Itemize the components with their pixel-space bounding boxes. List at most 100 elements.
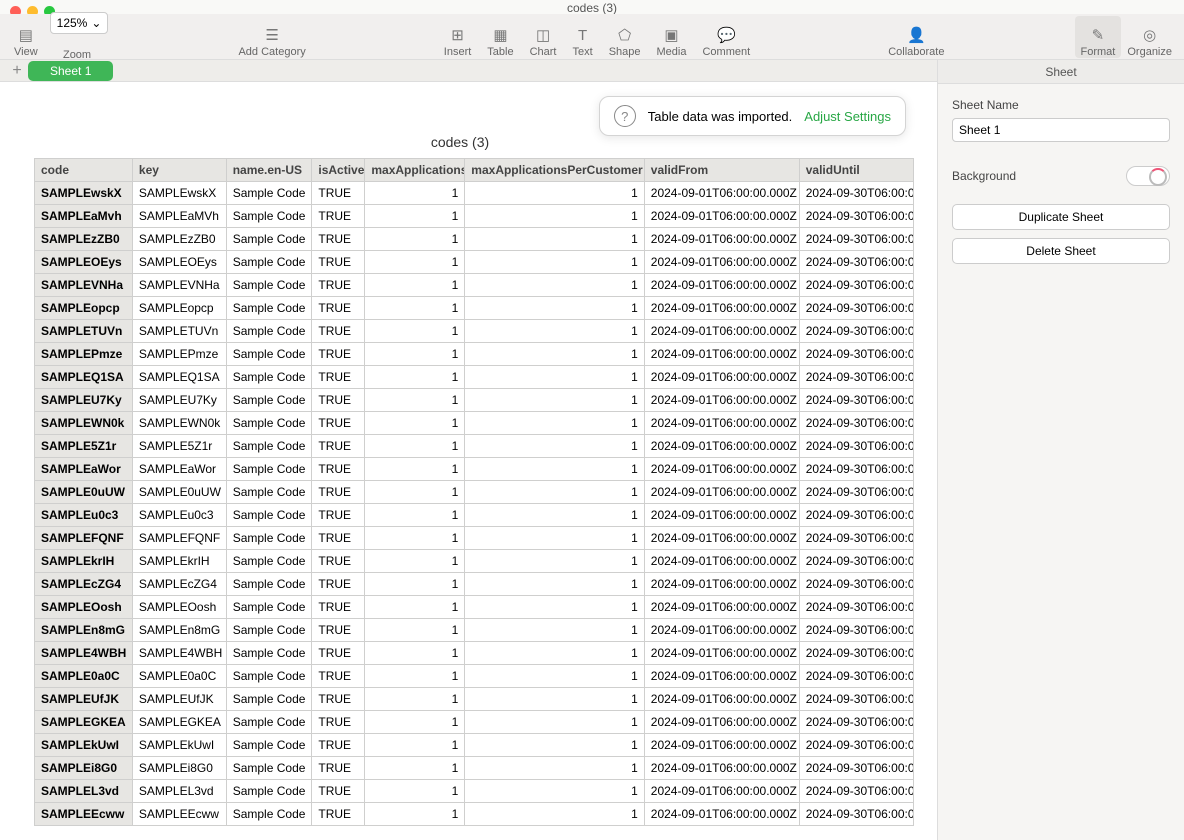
cell-maxapp[interactable]: 1 — [365, 251, 465, 274]
cell-key[interactable]: SAMPLEkUwI — [132, 734, 226, 757]
cell-validfrom[interactable]: 2024-09-01T06:00:00.000Z — [644, 734, 799, 757]
table-row[interactable]: SAMPLEopcpSAMPLEopcpSample CodeTRUE11202… — [35, 297, 914, 320]
cell-key[interactable]: SAMPLEL3vd — [132, 780, 226, 803]
col-header-name[interactable]: name.en-US — [226, 159, 312, 182]
cell-key[interactable]: SAMPLEUfJK — [132, 688, 226, 711]
table-row[interactable]: SAMPLEWN0kSAMPLEWN0kSample CodeTRUE11202… — [35, 412, 914, 435]
cell-key[interactable]: SAMPLE0uUW — [132, 481, 226, 504]
add-category-button[interactable]: ☰ Add Category — [230, 16, 313, 58]
cell-key[interactable]: SAMPLEaWor — [132, 458, 226, 481]
cell-maxappcust[interactable]: 1 — [465, 550, 644, 573]
background-toggle[interactable] — [1126, 166, 1170, 186]
table-row[interactable]: SAMPLEU7KySAMPLEU7KySample CodeTRUE11202… — [35, 389, 914, 412]
cell-code[interactable]: SAMPLEU7Ky — [35, 389, 133, 412]
data-table[interactable]: code key name.en-US isActive maxApplicat… — [34, 158, 914, 826]
cell-maxappcust[interactable]: 1 — [465, 205, 644, 228]
cell-key[interactable]: SAMPLEu0c3 — [132, 504, 226, 527]
cell-code[interactable]: SAMPLEaMvh — [35, 205, 133, 228]
cell-key[interactable]: SAMPLE0a0C — [132, 665, 226, 688]
cell-validfrom[interactable]: 2024-09-01T06:00:00.000Z — [644, 757, 799, 780]
cell-name[interactable]: Sample Code — [226, 435, 312, 458]
table-row[interactable]: SAMPLEQ1SASAMPLEQ1SASample CodeTRUE11202… — [35, 366, 914, 389]
cell-isactive[interactable]: TRUE — [312, 228, 365, 251]
cell-validfrom[interactable]: 2024-09-01T06:00:00.000Z — [644, 274, 799, 297]
cell-maxapp[interactable]: 1 — [365, 780, 465, 803]
cell-name[interactable]: Sample Code — [226, 504, 312, 527]
cell-validuntil[interactable]: 2024-09-30T06:00:00 — [799, 734, 913, 757]
cell-maxapp[interactable]: 1 — [365, 228, 465, 251]
cell-maxappcust[interactable]: 1 — [465, 803, 644, 826]
cell-validfrom[interactable]: 2024-09-01T06:00:00.000Z — [644, 619, 799, 642]
cell-validfrom[interactable]: 2024-09-01T06:00:00.000Z — [644, 504, 799, 527]
cell-maxapp[interactable]: 1 — [365, 412, 465, 435]
cell-validuntil[interactable]: 2024-09-30T06:00:00 — [799, 550, 913, 573]
cell-validfrom[interactable]: 2024-09-01T06:00:00.000Z — [644, 481, 799, 504]
cell-isactive[interactable]: TRUE — [312, 527, 365, 550]
cell-key[interactable]: SAMPLEOEys — [132, 251, 226, 274]
cell-code[interactable]: SAMPLEwskX — [35, 182, 133, 205]
cell-name[interactable]: Sample Code — [226, 274, 312, 297]
cell-validuntil[interactable]: 2024-09-30T06:00:00 — [799, 481, 913, 504]
table-row[interactable]: SAMPLEi8G0SAMPLEi8G0Sample CodeTRUE11202… — [35, 757, 914, 780]
cell-validfrom[interactable]: 2024-09-01T06:00:00.000Z — [644, 320, 799, 343]
cell-code[interactable]: SAMPLEi8G0 — [35, 757, 133, 780]
table-row[interactable]: SAMPLEEcwwSAMPLEEcwwSample CodeTRUE11202… — [35, 803, 914, 826]
duplicate-sheet-button[interactable]: Duplicate Sheet — [952, 204, 1170, 230]
cell-name[interactable]: Sample Code — [226, 573, 312, 596]
cell-maxapp[interactable]: 1 — [365, 389, 465, 412]
cell-key[interactable]: SAMPLEaMVh — [132, 205, 226, 228]
cell-validuntil[interactable]: 2024-09-30T06:00:00.000Z — [799, 182, 913, 205]
cell-validfrom[interactable]: 2024-09-01T06:00:00.000Z — [644, 343, 799, 366]
shape-button[interactable]: ⬠Shape — [601, 16, 649, 58]
cell-validfrom[interactable]: 2024-09-01T06:00:00.000Z — [644, 803, 799, 826]
table-row[interactable]: SAMPLE5Z1rSAMPLE5Z1rSample CodeTRUE11202… — [35, 435, 914, 458]
cell-validfrom[interactable]: 2024-09-01T06:00:00.000Z — [644, 389, 799, 412]
cell-maxapp[interactable]: 1 — [365, 734, 465, 757]
table-row[interactable]: SAMPLEwskXSAMPLEwskXSample CodeTRUE11202… — [35, 182, 914, 205]
cell-isactive[interactable]: TRUE — [312, 757, 365, 780]
cell-maxapp[interactable]: 1 — [365, 550, 465, 573]
comment-button[interactable]: 💬Comment — [694, 16, 758, 58]
cell-validfrom[interactable]: 2024-09-01T06:00:00.000Z — [644, 688, 799, 711]
cell-code[interactable]: SAMPLEFQNF — [35, 527, 133, 550]
cell-code[interactable]: SAMPLETUVn — [35, 320, 133, 343]
cell-maxappcust[interactable]: 1 — [465, 688, 644, 711]
cell-validuntil[interactable]: 2024-09-30T06:00:00 — [799, 251, 913, 274]
cell-name[interactable]: Sample Code — [226, 228, 312, 251]
table-row[interactable]: SAMPLEu0c3SAMPLEu0c3Sample CodeTRUE11202… — [35, 504, 914, 527]
cell-isactive[interactable]: TRUE — [312, 642, 365, 665]
inspector-tab-sheet[interactable]: Sheet — [938, 60, 1184, 84]
cell-maxapp[interactable]: 1 — [365, 642, 465, 665]
cell-name[interactable]: Sample Code — [226, 481, 312, 504]
table-row[interactable]: SAMPLEOoshSAMPLEOoshSample CodeTRUE11202… — [35, 596, 914, 619]
cell-maxapp[interactable]: 1 — [365, 435, 465, 458]
cell-validfrom[interactable]: 2024-09-01T06:00:00.000Z — [644, 711, 799, 734]
cell-maxappcust[interactable]: 1 — [465, 596, 644, 619]
col-header-maxappcust[interactable]: maxApplicationsPerCustomer — [465, 159, 644, 182]
col-header-isactive[interactable]: isActive — [312, 159, 365, 182]
cell-maxappcust[interactable]: 1 — [465, 481, 644, 504]
col-header-key[interactable]: key — [132, 159, 226, 182]
text-button[interactable]: TText — [565, 16, 601, 58]
table-row[interactable]: SAMPLE0a0CSAMPLE0a0CSample CodeTRUE11202… — [35, 665, 914, 688]
cell-name[interactable]: Sample Code — [226, 320, 312, 343]
cell-maxappcust[interactable]: 1 — [465, 665, 644, 688]
cell-isactive[interactable]: TRUE — [312, 596, 365, 619]
cell-maxapp[interactable]: 1 — [365, 596, 465, 619]
cell-code[interactable]: SAMPLEVNHa — [35, 274, 133, 297]
cell-maxappcust[interactable]: 1 — [465, 757, 644, 780]
cell-code[interactable]: SAMPLEPmze — [35, 343, 133, 366]
cell-maxappcust[interactable]: 1 — [465, 458, 644, 481]
cell-validuntil[interactable]: 2024-09-30T06:00:00 — [799, 619, 913, 642]
cell-validuntil[interactable]: 2024-09-30T06:00:00 — [799, 642, 913, 665]
cell-key[interactable]: SAMPLEPmze — [132, 343, 226, 366]
table-row[interactable]: SAMPLE0uUWSAMPLE0uUWSample CodeTRUE11202… — [35, 481, 914, 504]
cell-isactive[interactable]: TRUE — [312, 412, 365, 435]
cell-maxapp[interactable]: 1 — [365, 297, 465, 320]
cell-isactive[interactable]: TRUE — [312, 688, 365, 711]
cell-key[interactable]: SAMPLEn8mG — [132, 619, 226, 642]
cell-code[interactable]: SAMPLEaWor — [35, 458, 133, 481]
cell-validuntil[interactable]: 2024-09-30T06:00:00 — [799, 366, 913, 389]
cell-name[interactable]: Sample Code — [226, 527, 312, 550]
cell-isactive[interactable]: TRUE — [312, 573, 365, 596]
